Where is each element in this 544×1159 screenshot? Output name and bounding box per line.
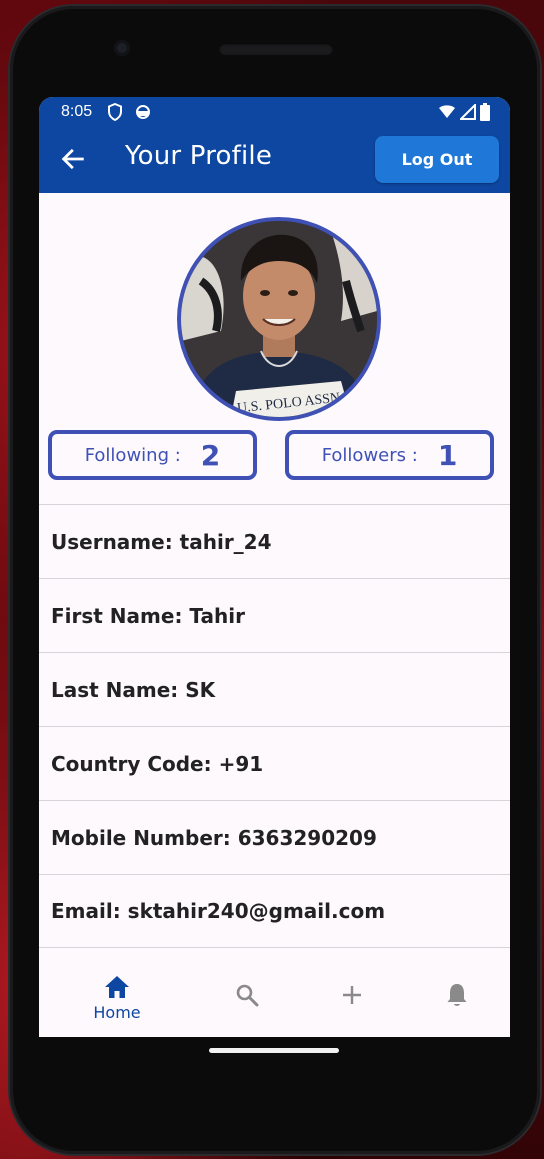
mobile-number-row: Mobile Number: 6363290209 <box>39 800 510 874</box>
app-bar: Your Profile Log Out <box>39 127 510 193</box>
sync-status-icon <box>136 105 150 119</box>
status-bar: 8:05 <box>39 97 510 127</box>
last-name-row: Last Name: SK <box>39 652 510 726</box>
signal-icon <box>460 104 476 120</box>
profile-avatar: U.S. POLO ASSN <box>177 217 381 421</box>
nav-item-home[interactable]: Home <box>77 975 157 1027</box>
nav-item-search[interactable] <box>207 983 287 1035</box>
logout-button[interactable]: Log Out <box>375 136 499 183</box>
earpiece-speaker <box>219 43 333 55</box>
back-arrow-icon[interactable] <box>59 145 87 173</box>
page-title: Your Profile <box>125 141 273 171</box>
status-time: 8:05 <box>61 103 93 120</box>
status-system-icons <box>438 103 490 121</box>
shield-icon <box>108 103 122 121</box>
bottom-navigation: Home <box>39 965 510 1037</box>
country-code-row: Country Code: +91 <box>39 726 510 800</box>
followers-stat[interactable]: Followers : 1 <box>285 430 494 480</box>
avatar-photo: U.S. POLO ASSN <box>181 221 377 417</box>
search-icon <box>236 984 259 1007</box>
battery-icon <box>480 103 490 121</box>
profile-info-list: Username: tahir_24 First Name: Tahir Las… <box>39 504 510 948</box>
followers-label: Followers : <box>321 444 418 466</box>
nav-item-add[interactable] <box>312 985 392 1037</box>
status-notification-icons <box>107 103 151 121</box>
username-row: Username: tahir_24 <box>39 504 510 578</box>
gesture-home-indicator[interactable] <box>209 1048 339 1053</box>
nav-item-notifications[interactable] <box>417 982 497 1034</box>
front-camera <box>114 40 130 56</box>
following-count: 2 <box>200 438 221 472</box>
following-label: Following : <box>84 444 181 466</box>
followers-count: 1 <box>437 438 458 472</box>
app-screen: 8:05 Your Profile Log Out U.S. POLO ASSN… <box>39 97 510 1037</box>
first-name-row: First Name: Tahir <box>39 578 510 652</box>
email-row: Email: sktahir240@gmail.com <box>39 874 510 948</box>
nav-home-label: Home <box>93 1003 141 1022</box>
add-icon <box>343 986 361 1004</box>
wifi-icon <box>439 105 455 118</box>
following-stat[interactable]: Following : 2 <box>48 430 257 480</box>
bell-icon <box>447 984 467 1006</box>
home-icon <box>105 976 129 998</box>
